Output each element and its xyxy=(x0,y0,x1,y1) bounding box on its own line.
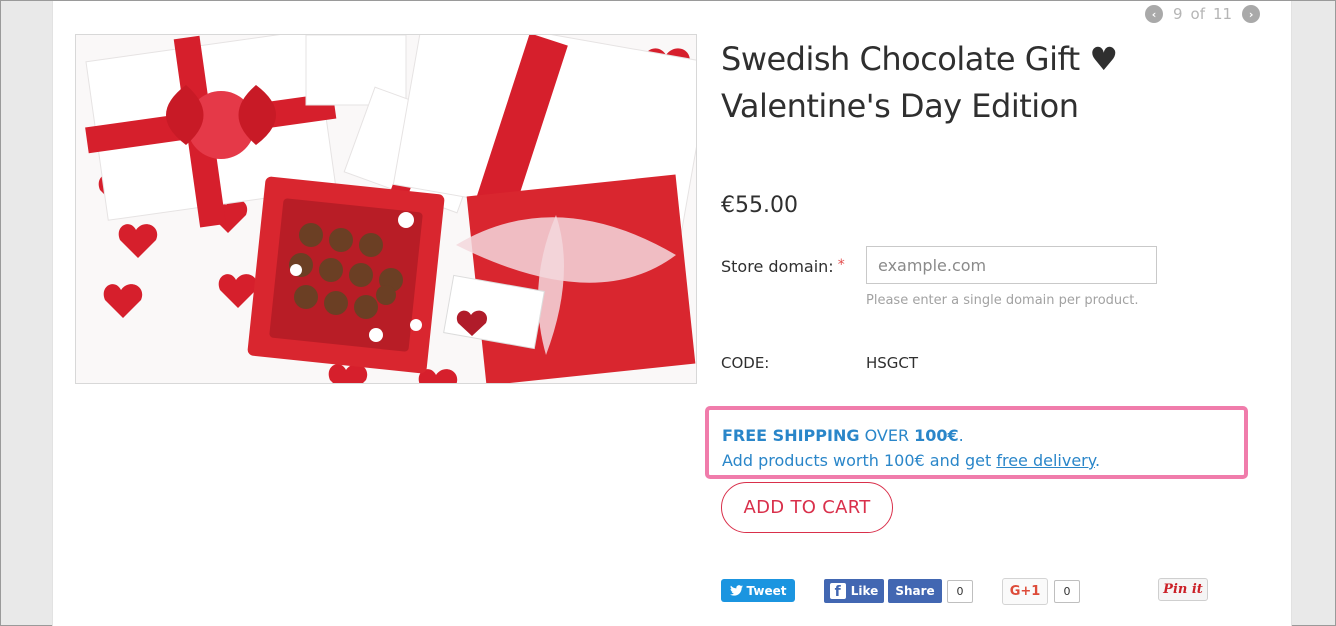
shipping-middle: OVER xyxy=(859,426,915,445)
shipping-line2-suffix: . xyxy=(1094,451,1101,470)
like-label: Like xyxy=(850,584,879,598)
facebook-like-button[interactable]: f Like xyxy=(824,579,884,603)
add-to-cart-button[interactable]: ADD TO CART xyxy=(721,482,893,533)
shipping-end: . xyxy=(958,426,964,445)
product-title-line1: Swedish Chocolate Gift ♥ xyxy=(721,40,1118,78)
store-domain-label-text: Store domain: xyxy=(721,257,834,276)
chevron-right-icon[interactable]: › xyxy=(1242,5,1261,23)
store-domain-help: Please enter a single domain per product… xyxy=(866,293,1139,308)
google-plus-button[interactable]: G+1 xyxy=(1002,578,1048,605)
store-domain-input[interactable] xyxy=(866,246,1157,284)
valentine-gift-illustration xyxy=(76,35,696,383)
product-title-line2: Valentine's Day Edition xyxy=(721,87,1079,125)
twitter-bird-icon xyxy=(729,585,743,596)
facebook-icon: f xyxy=(829,583,846,599)
shipping-line2-prefix: Add products worth 100€ and get xyxy=(722,451,997,470)
free-shipping-notice: FREE SHIPPING OVER 100€. Add products wo… xyxy=(705,406,1248,479)
google-plus-count: 0 xyxy=(1054,580,1080,603)
pager-text: 9 of 11 xyxy=(1169,5,1236,23)
product-title: Swedish Chocolate Gift ♥ Valentine's Day… xyxy=(721,36,1241,130)
shipping-line1: FREE SHIPPING OVER 100€. xyxy=(722,423,1244,448)
free-delivery-link[interactable]: free delivery xyxy=(996,451,1095,470)
tweet-button[interactable]: Tweet xyxy=(721,579,795,602)
facebook-share-button[interactable]: Share xyxy=(888,579,942,603)
tweet-label: Tweet xyxy=(746,583,787,598)
product-pager: ‹ 9 of 11 › xyxy=(1145,4,1261,24)
product-image[interactable] xyxy=(75,34,697,384)
pager-current: 9 xyxy=(1173,5,1183,23)
chevron-left-icon[interactable]: ‹ xyxy=(1145,5,1163,23)
code-label: CODE: xyxy=(721,354,770,372)
store-domain-label: Store domain: * xyxy=(721,257,845,276)
shipping-strong1: FREE SHIPPING xyxy=(722,426,860,445)
required-asterisk: * xyxy=(837,257,845,273)
share-label: Share xyxy=(895,584,935,598)
pager-total: 11 xyxy=(1213,5,1233,23)
pager-of: of xyxy=(1190,5,1206,23)
pinterest-pin-button[interactable]: Pin it xyxy=(1158,578,1208,601)
code-value: HSGCT xyxy=(866,354,919,372)
shipping-strong2: 100€ xyxy=(914,426,959,445)
shipping-line2: Add products worth 100€ and get free del… xyxy=(722,448,1244,473)
facebook-share-count: 0 xyxy=(947,580,973,603)
product-price: €55.00 xyxy=(721,193,798,218)
